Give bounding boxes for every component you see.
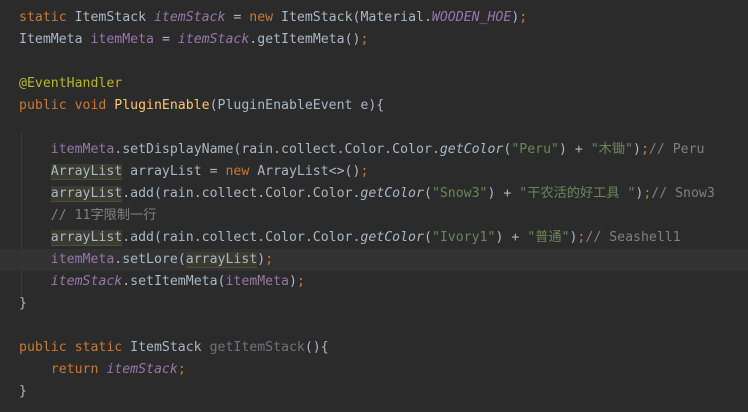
code-token: ) (288, 274, 297, 289)
code-token: (){ (304, 340, 329, 355)
code-line[interactable]: ArrayList arrayList = new ArrayList<>(); (0, 161, 748, 183)
code-token: itemMeta (50, 142, 115, 157)
code-token: ; (265, 252, 274, 267)
code-token: WOODEN_HOE (431, 10, 512, 25)
code-line[interactable]: // 11字限制一行 (0, 205, 748, 227)
code-token: .add(rain.collect.Color.Color. (122, 230, 361, 245)
code-token: arrayList = (122, 164, 226, 179)
code-token: public (19, 98, 75, 113)
code-token: } (19, 384, 27, 399)
code-token: PluginEnable (114, 98, 210, 113)
code-token: = (225, 10, 250, 25)
code-token: itemStack (106, 362, 178, 377)
code-token: ) + (495, 230, 528, 245)
code-line[interactable]: itemMeta.setLore(arrayList); (0, 249, 748, 271)
code-line[interactable]: itemStack.setItemMeta(itemMeta); (0, 271, 748, 293)
code-line[interactable]: return itemStack; (0, 359, 748, 381)
code-token: getColor (360, 186, 424, 201)
code-token: .getItemMeta() (249, 32, 361, 47)
code-token: "木锄" (590, 142, 633, 157)
code-token: } (19, 296, 27, 311)
code-line[interactable] (0, 315, 748, 337)
code-line[interactable]: itemMeta.setDisplayName(rain.collect.Col… (0, 139, 748, 161)
code-token: ; (640, 142, 649, 157)
code-token: // Peru (648, 142, 705, 157)
code-token: arrayList (185, 252, 258, 268)
code-token: // Snow3 (651, 186, 715, 201)
code-line[interactable]: public void PluginEnable(PluginEnableEve… (0, 95, 748, 117)
code-token: "普通" (527, 230, 570, 245)
code-token: ArrayList<>() (257, 164, 361, 179)
code-token: new (249, 10, 282, 25)
code-token: static (19, 10, 75, 25)
code-token: void (74, 98, 115, 113)
code-token: ItemStack(Material. (281, 10, 432, 25)
code-token: new (225, 164, 258, 179)
code-token: static (74, 340, 131, 355)
code-line[interactable]: public static ItemStack getItemStack(){ (0, 337, 748, 359)
code-token: "Peru" (511, 142, 559, 157)
code-line[interactable]: } (0, 381, 748, 403)
code-token: getColor (439, 142, 504, 157)
code-editor[interactable]: static ItemStack itemStack = new ItemSta… (0, 0, 748, 412)
code-token: arrayList (50, 186, 123, 202)
code-line[interactable]: arrayList.add(rain.collect.Color.Color.g… (0, 227, 748, 249)
code-line[interactable]: } (0, 293, 748, 315)
code-token: getItemStack (209, 340, 305, 355)
code-line[interactable]: arrayList.add(rain.collect.Color.Color.g… (0, 183, 748, 205)
code-token: itemMeta (90, 32, 154, 47)
code-token: (PluginEnableEvent e){ (209, 98, 385, 113)
code-token: itemMeta (50, 252, 115, 267)
code-token: itemMeta (225, 274, 289, 289)
code-token: .setItemMeta( (122, 274, 226, 289)
code-token: ) (257, 252, 266, 267)
code-token: .setLore( (114, 252, 186, 267)
code-token: arrayList (50, 230, 123, 246)
code-token: // 11字限制一行 (50, 208, 157, 223)
code-line[interactable] (0, 51, 748, 73)
code-token: ItemStack (130, 340, 210, 355)
code-token: ) (632, 142, 641, 157)
code-token: "Snow3" (431, 186, 488, 201)
code-token: ; (177, 362, 186, 377)
code-line[interactable]: static ItemStack itemStack = new ItemSta… (0, 7, 748, 29)
code-token: itemStack (153, 10, 226, 25)
code-token: ( (423, 230, 432, 245)
code-token: public (19, 340, 75, 355)
code-token: "干农活的好工具 " (519, 186, 636, 201)
code-line[interactable] (0, 117, 748, 139)
code-token: ) + (558, 142, 591, 157)
code-token: ; (296, 274, 305, 289)
code-token: itemStack (50, 274, 123, 289)
code-line[interactable]: @EventHandler (0, 73, 748, 95)
code-token: ; (360, 164, 369, 179)
code-line[interactable]: ItemMeta itemMeta = itemStack.getItemMet… (0, 29, 748, 51)
code-token: ; (519, 10, 528, 25)
code-token: @EventHandler (19, 76, 123, 91)
code-token: .setDisplayName(rain.collect.Color.Color… (114, 142, 440, 157)
code-token: "Ivory1" (431, 230, 496, 245)
code-token: ItemMeta (19, 32, 91, 47)
code-token: ItemStack (74, 10, 154, 25)
code-token: = (154, 32, 178, 47)
code-token: ArrayList (50, 164, 123, 180)
code-token: // Seashell1 (585, 230, 681, 245)
code-token: getColor (360, 230, 424, 245)
code-token: .add(rain.collect.Color.Color. (122, 186, 361, 201)
code-token: ; (360, 32, 369, 47)
code-token: ( (423, 186, 432, 201)
code-token: itemStack (177, 32, 250, 47)
code-token: ) + (487, 186, 520, 201)
code-token: return (50, 362, 107, 377)
